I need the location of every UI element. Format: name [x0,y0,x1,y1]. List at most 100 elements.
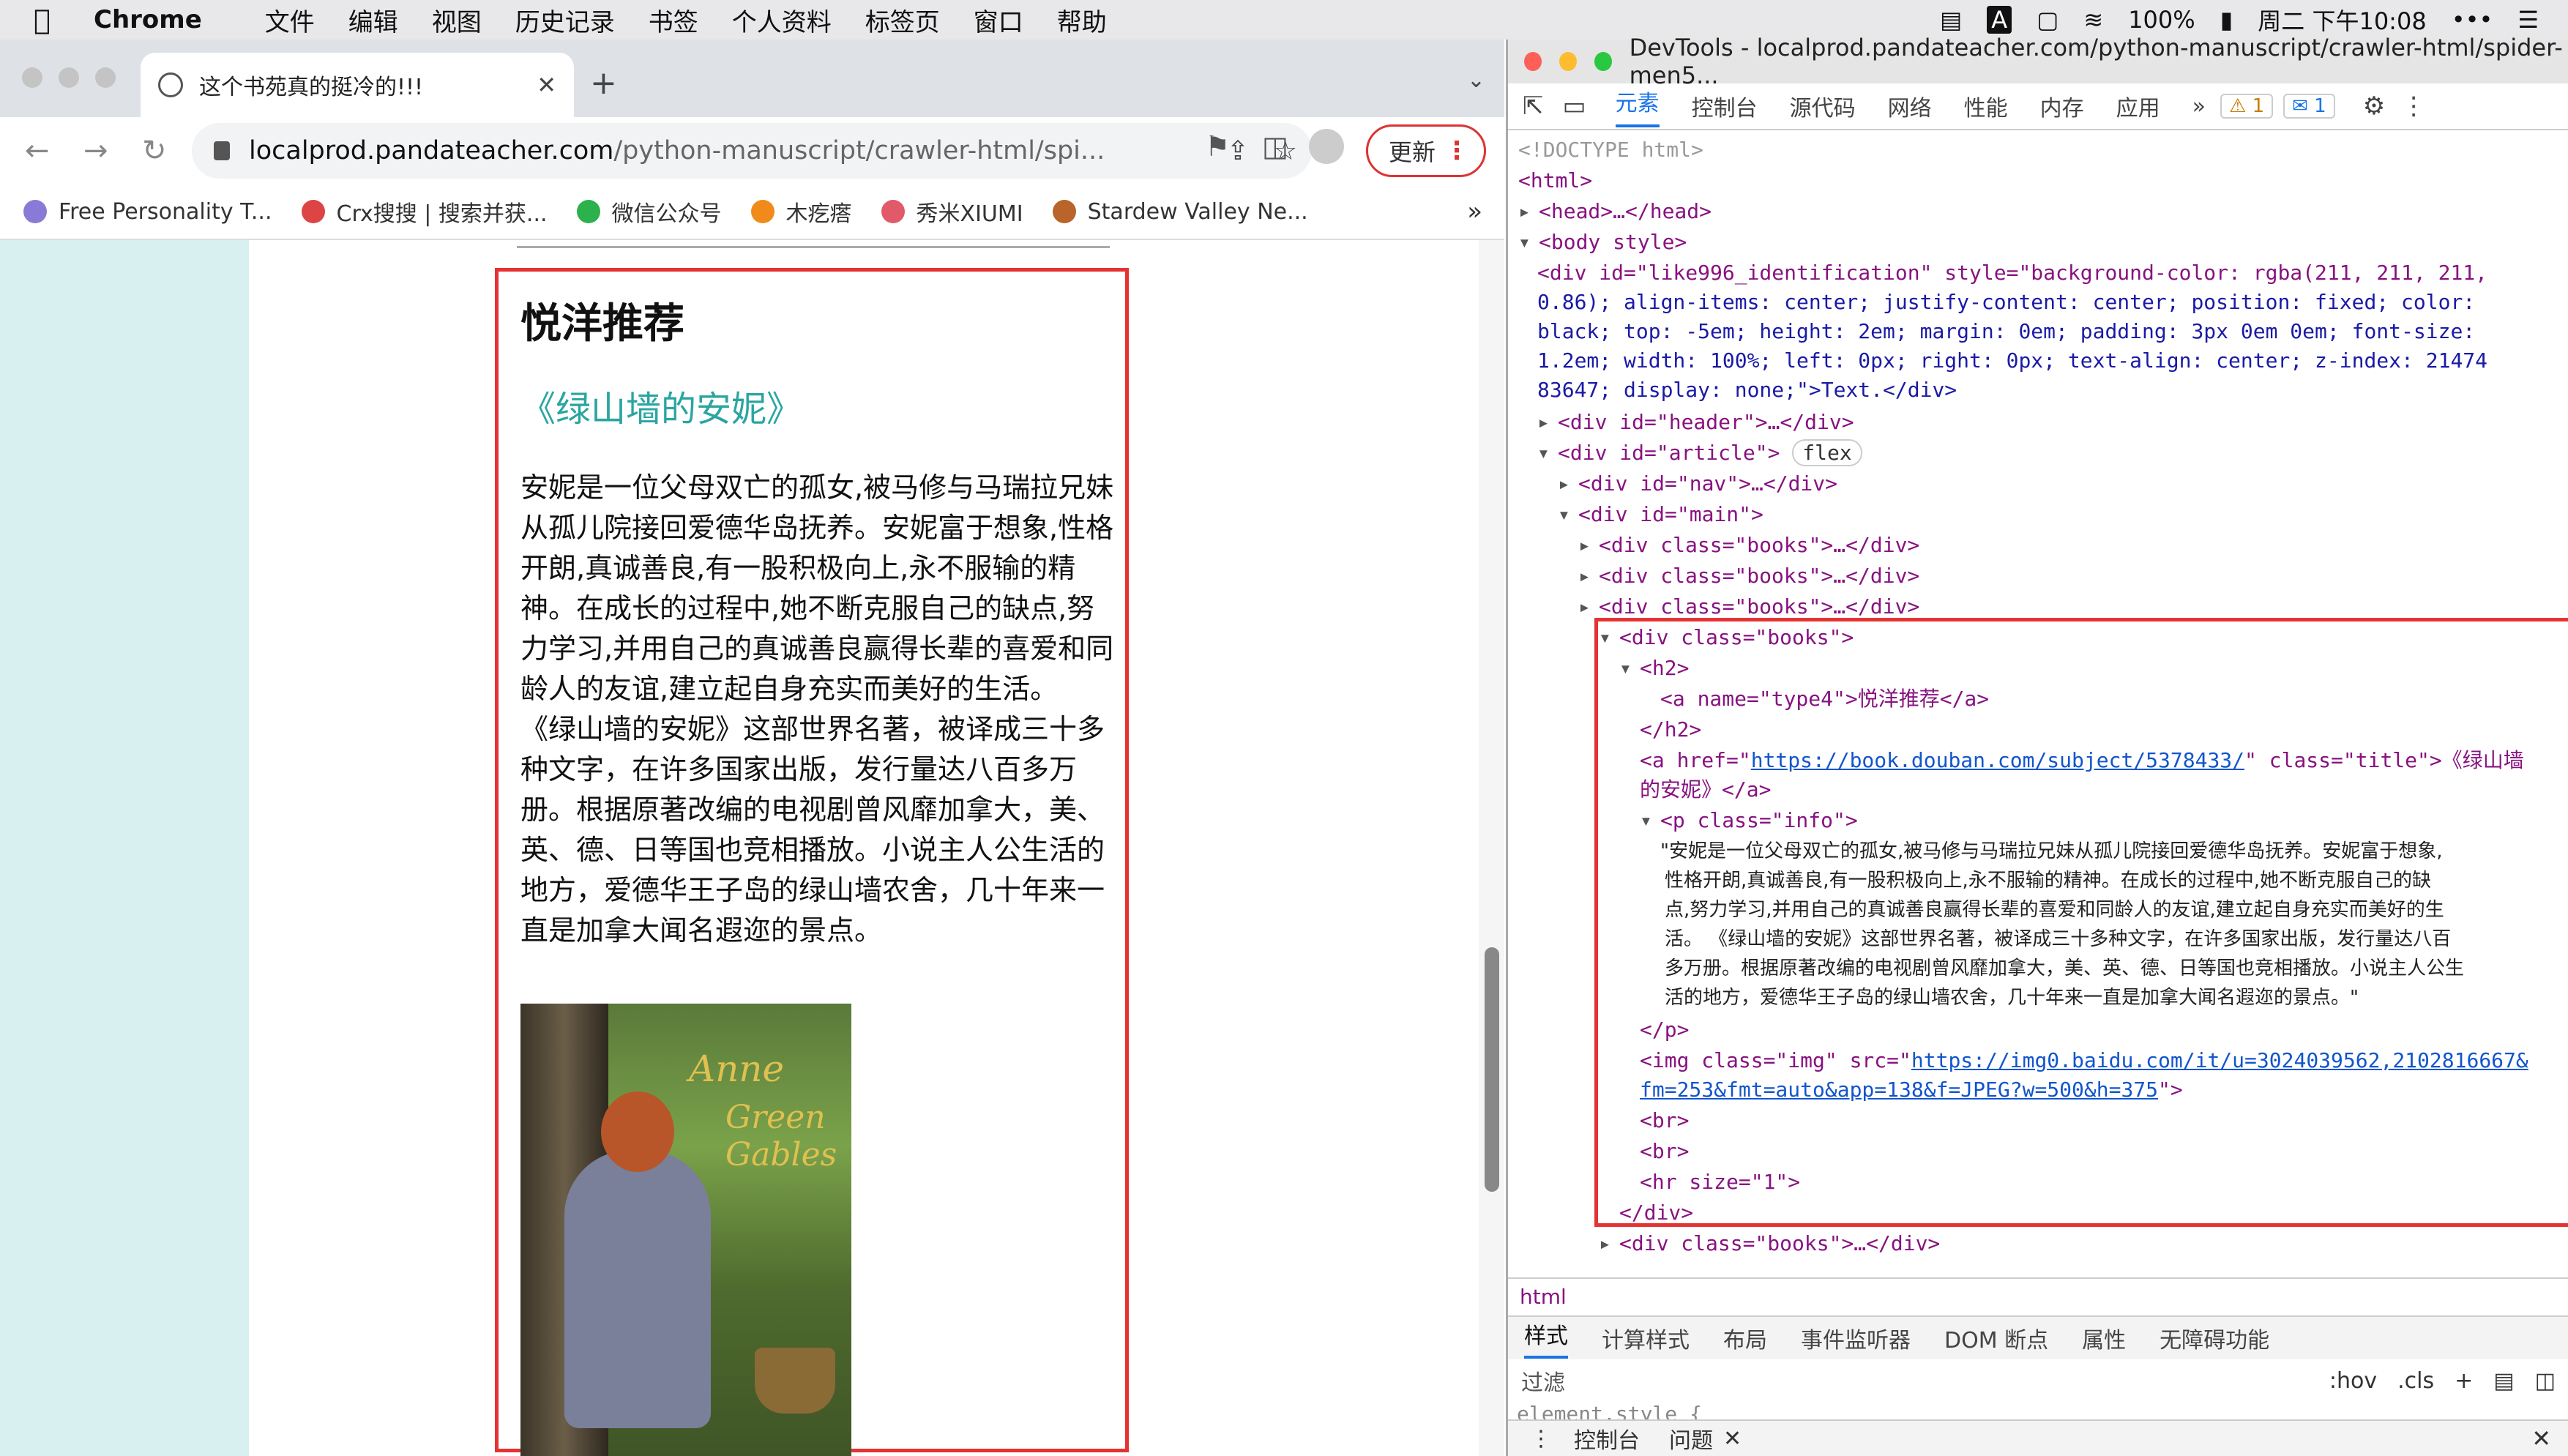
profile-avatar[interactable] [1309,129,1344,164]
collapse-triangle-icon[interactable]: ▾ [1537,438,1558,468]
device-toggle-icon[interactable]: ▭ [1563,92,1586,121]
more-tabs-icon[interactable]: » [2192,94,2206,119]
update-button[interactable]: 更新 ⋮ [1366,124,1486,177]
address-bar[interactable]: localprod.pandateacher.com /python-manus… [192,123,1312,179]
tab-styles[interactable]: 样式 [1524,1318,1568,1359]
expand-triangle-icon[interactable]: ▸ [1599,1228,1619,1259]
filter-input[interactable]: 过滤 [1521,1364,1565,1397]
forward-icon[interactable]: → [83,134,117,168]
drawer-menu-icon[interactable]: ⋮ [1530,1426,1552,1452]
collapse-triangle-icon[interactable]: ▾ [1558,499,1578,530]
bookmark-item[interactable]: 微信公众号 [576,195,722,228]
tab-console[interactable]: 控制台 [1692,90,1758,122]
section-heading[interactable]: 悦洋推荐 [520,291,684,350]
inspect-icon[interactable]: ⇱ [1523,92,1544,121]
tab-event-listeners[interactable]: 事件监听器 [1801,1322,1911,1354]
bookmarks-overflow-icon[interactable]: » [1467,197,1482,226]
battery-icon[interactable]: ▮ [2220,6,2233,34]
warning-badge[interactable]: ⚠ 1 [2220,94,2274,119]
menu-tab[interactable]: 标签页 [865,2,940,38]
menu-window[interactable]: 窗口 [974,2,1023,38]
close-drawer-icon[interactable]: ✕ [2531,1425,2551,1452]
more-icon[interactable]: ••• [2452,6,2493,34]
drawer-tab-console[interactable]: 控制台 [1574,1422,1640,1455]
menu-view[interactable]: 视图 [432,2,482,38]
main-node[interactable]: ▾ <div id="main"> [1558,499,1763,530]
menu-history[interactable]: 历史记录 [515,2,615,38]
window-minimize-button[interactable] [59,67,79,88]
header-node[interactable]: ▸ <div id="header">…</div> [1537,407,1854,438]
tab-elements[interactable]: 元素 [1615,85,1660,127]
expand-triangle-icon[interactable]: ▸ [1578,561,1599,591]
extensions-icon[interactable]: ⚑ [1205,130,1230,163]
hov-toggle[interactable]: :hov [2329,1368,2377,1394]
html-node[interactable]: <html> [1518,165,1592,196]
apple-icon[interactable]:  [34,4,78,36]
menu-bookmarks[interactable]: 书签 [649,2,698,38]
expand-triangle-icon[interactable]: ▸ [1518,196,1539,227]
bookmark-item[interactable]: 秀米XIUMI [881,195,1023,228]
close-tab-icon[interactable]: ✕ [537,71,556,99]
tab-search-chevron-icon[interactable]: ⌄ [1467,67,1485,93]
book-title-link[interactable]: 《绿山墙的安妮》 [520,380,802,431]
flex-badge[interactable]: flex [1792,439,1862,466]
cls-toggle[interactable]: .cls [2397,1368,2434,1394]
close-issues-icon[interactable]: ✕ [1723,1426,1742,1452]
menu-app-name[interactable]: Chrome [94,5,202,34]
drawer-tab-issues[interactable]: 问题 [1669,1422,1713,1455]
tab-computed[interactable]: 计算样式 [1602,1322,1690,1354]
head-node[interactable]: ▸ <head>…</head> [1518,196,1712,227]
window-close-button[interactable] [22,67,42,88]
lock-icon[interactable] [214,141,230,160]
bookmark-item[interactable]: Stardew Valley Ne... [1052,199,1308,225]
bookmark-item[interactable]: Crx搜搜 | 搜索并获... [301,195,548,228]
nav-node[interactable]: ▸ <div id="nav">…</div> [1558,468,1837,499]
side-panel-icon[interactable]: ◫ [1262,130,1288,163]
reload-icon[interactable]: ↻ [142,134,176,168]
expand-triangle-icon[interactable]: ▸ [1537,407,1558,438]
wifi-icon[interactable]: ≋ [2083,6,2103,34]
kebab-menu-icon[interactable]: ⋮ [1444,136,1469,165]
dom-tree[interactable]: <!DOCTYPE html> <html> ▸ <head>…</head> ▾… [1508,132,2568,1277]
notification-icon[interactable]: ▢ [2037,6,2058,34]
expand-triangle-icon[interactable]: ▸ [1558,468,1578,499]
like996-node-line1[interactable]: <div id="like996_identification" style="… [1537,258,2487,288]
list-icon[interactable]: ☰ [2517,6,2539,34]
collapse-triangle-icon[interactable]: ▾ [1518,227,1539,258]
tab-dom-breakpoints[interactable]: DOM 断点 [1944,1322,2048,1354]
page-scrollbar[interactable] [1479,240,1504,1456]
devtools-close-button[interactable] [1524,52,1542,71]
doctype-node[interactable]: <!DOCTYPE html> [1518,135,1703,165]
new-rule-icon[interactable]: + [2455,1368,2473,1394]
books-node-1[interactable]: ▸ <div class="books">…</div> [1578,530,1919,561]
bookmark-item[interactable]: 木疙瘩 [750,195,852,228]
paint-icon[interactable]: ▤ [2493,1368,2514,1394]
books-node-5[interactable]: ▸ <div class="books">…</div> [1599,1228,1940,1259]
browser-tab[interactable]: 这个书苑真的挺冷的!!! ✕ [141,53,574,117]
menu-file[interactable]: 文件 [265,2,315,38]
scrollbar-thumb[interactable] [1485,947,1499,1192]
new-tab-icon[interactable]: + [590,64,617,102]
settings-gear-icon[interactable]: ⚙ [2363,92,2385,121]
tab-performance[interactable]: 性能 [1964,90,2008,122]
devtools-minimize-button[interactable] [1559,52,1577,71]
tab-sources[interactable]: 源代码 [1790,90,1856,122]
back-icon[interactable]: ← [25,134,59,168]
tab-memory[interactable]: 内存 [2040,90,2084,122]
devtools-zoom-button[interactable] [1594,52,1612,71]
tab-network[interactable]: 网络 [1888,90,1932,122]
window-zoom-button[interactable] [95,67,116,88]
books-node-2[interactable]: ▸ <div class="books">…</div> [1578,561,1919,591]
input-source-icon[interactable]: A [1987,6,2012,34]
expand-triangle-icon[interactable]: ▸ [1578,530,1599,561]
breadcrumb[interactable]: html [1508,1277,2568,1315]
bookmark-item[interactable]: Free Personality T... [23,199,272,225]
message-badge[interactable]: ✉ 1 [2283,94,2335,119]
sidebar-toggle-icon[interactable]: ◫ [2535,1368,2556,1394]
article-node[interactable]: ▾ <div id="article"> flex [1537,438,1862,468]
devtools-menu-icon[interactable]: ⋮ [2401,92,2426,121]
clock[interactable]: 周二 下午10:08 [2258,3,2426,37]
menu-profiles[interactable]: 个人资料 [732,2,832,38]
tab-accessibility[interactable]: 无障碍功能 [2160,1322,2269,1354]
body-node[interactable]: ▾ <body style> [1518,227,1687,258]
